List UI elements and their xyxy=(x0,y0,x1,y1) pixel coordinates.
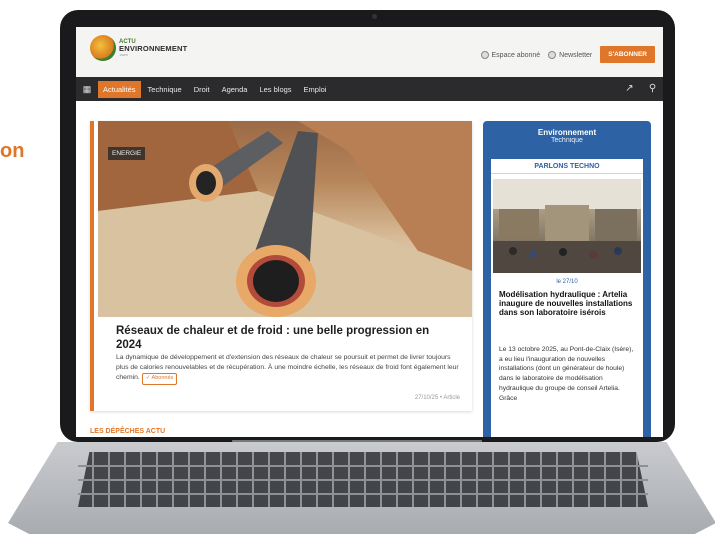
category-tag[interactable]: ENERGIE xyxy=(108,147,146,160)
share-icon[interactable]: ↗ xyxy=(623,82,636,95)
keyboard-row-divider xyxy=(78,479,648,481)
espace-abonne-link[interactable]: Espace abonné xyxy=(480,50,541,59)
pipeline-photo[interactable]: ENERGIE xyxy=(98,121,472,317)
nav-item-agenda[interactable]: Agenda xyxy=(217,81,253,98)
et-brand[interactable]: Environnement Technique xyxy=(483,128,651,145)
lab-structure-right xyxy=(595,209,637,241)
webcam xyxy=(372,14,377,19)
visitor-figure xyxy=(559,248,567,256)
nav-item-les-blogs[interactable]: Les blogs xyxy=(254,81,296,98)
logo-suffix-text: .com xyxy=(119,51,128,57)
background-fragment-text: on xyxy=(0,140,25,162)
site-logo[interactable]: ACTU ENVIRONNEMENT .com xyxy=(90,35,187,61)
sidebar-article[interactable]: PARLONS TECHNO le 27/10 Modélisation hyd… xyxy=(491,159,643,437)
featured-article-card[interactable]: ENERGIE Réseaux de chaleur et de froid :… xyxy=(90,121,472,411)
stage: on ACTU ENVIRONNEMENT .com Espace abonné… xyxy=(0,0,715,539)
visitor-figure xyxy=(509,247,517,255)
user-icon xyxy=(480,50,489,59)
et-brand-line2: Technique xyxy=(551,137,583,145)
sidebar-article-title[interactable]: Modélisation hydraulique : Artelia inaug… xyxy=(499,290,635,318)
site-header: ACTU ENVIRONNEMENT .com Espace abonné Ne… xyxy=(76,27,663,77)
search-icon[interactable]: ⚲ xyxy=(646,82,659,95)
lab-ceiling xyxy=(493,179,641,209)
keyboard-row-divider xyxy=(78,493,648,495)
nav-item-droit[interactable]: Droit xyxy=(189,81,215,98)
newsletter-label: Newsletter xyxy=(559,51,593,59)
keyboard-row-divider xyxy=(78,465,648,467)
pipe-front-hole xyxy=(253,260,299,302)
sidebar-article-text: Le 13 octobre 2025, au Pont-de-Claix (Is… xyxy=(499,346,634,402)
parlons-techno-heading: PARLONS TECHNO xyxy=(491,163,643,174)
logo-globe-icon xyxy=(90,35,116,61)
espace-abonne-label: Espace abonné xyxy=(491,51,541,59)
visitor-figure xyxy=(614,247,622,255)
visitor-figure xyxy=(589,251,597,259)
nav-item-technique[interactable]: Technique xyxy=(143,81,187,98)
mail-icon xyxy=(548,50,557,59)
nav-item-emploi[interactable]: Emploi xyxy=(299,81,332,98)
nav-tools: ↗ ⚲ xyxy=(623,82,659,95)
lab-structure-center xyxy=(545,205,589,241)
et-brand-line1: Environnement xyxy=(537,128,597,137)
visitor-figure xyxy=(529,250,537,258)
main-nav: ▦ Actualités Technique Droit Agenda Les … xyxy=(76,77,663,101)
lab-structure-left xyxy=(499,209,539,239)
section-heading: LES DÉPÊCHES ACTU xyxy=(90,428,166,435)
abonnes-badge: ✓ Abonnés xyxy=(141,372,178,385)
laptop-screen: ACTU ENVIRONNEMENT .com Espace abonné Ne… xyxy=(76,27,663,437)
laboratory-photo[interactable] xyxy=(493,179,641,273)
sidebar-article-date: le 27/10 xyxy=(556,279,578,285)
logo-text: ACTU ENVIRONNEMENT .com xyxy=(119,39,187,57)
subscribe-button[interactable]: S'ABONNER xyxy=(600,46,655,63)
pipeline-illustration xyxy=(98,121,472,317)
pipe-back-hole xyxy=(196,171,216,195)
nav-item-actualites[interactable]: Actualités xyxy=(98,80,141,98)
logo-main-text: ENVIRONNEMENT xyxy=(119,44,188,54)
lab-floor xyxy=(493,241,641,273)
header-actions: Espace abonné Newsletter S'ABONNER xyxy=(480,46,655,63)
laboratory-illustration xyxy=(493,179,641,273)
article-title[interactable]: Réseaux de chaleur et de froid : une bel… xyxy=(116,325,456,353)
newsletter-link[interactable]: Newsletter xyxy=(548,50,593,59)
environnement-technique-panel: Environnement Technique PARLONS TECHNO l… xyxy=(483,121,651,437)
article-description: La dynamique de développement et d'exten… xyxy=(116,353,461,385)
article-meta: 27/10/25 • Article xyxy=(414,395,460,401)
grid-icon[interactable]: ▦ xyxy=(76,84,98,95)
